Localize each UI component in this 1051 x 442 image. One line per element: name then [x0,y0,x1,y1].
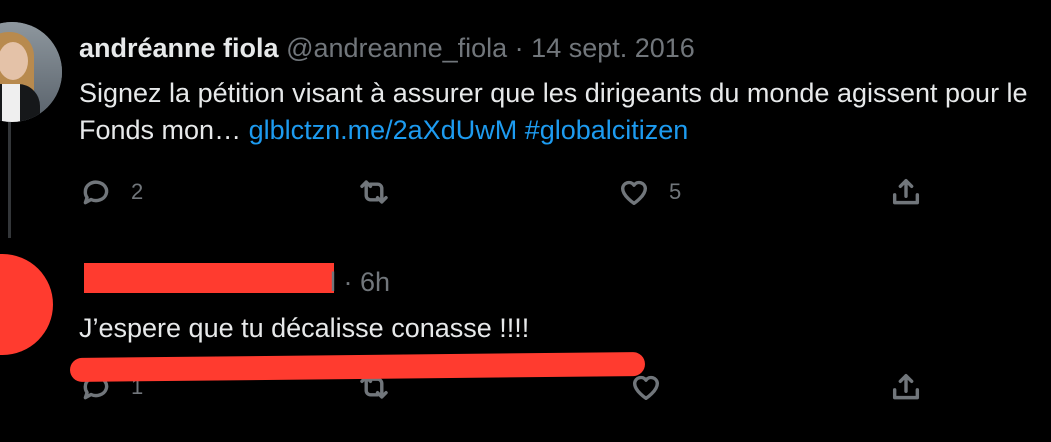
reply-text: J’espere que tu décalisse conasse !!!! [79,313,530,343]
reply-icon [83,180,109,205]
tweet-link[interactable]: glblctzn.me/2aXdUwM [249,115,518,145]
author-name[interactable]: andréanne fiola [79,33,279,63]
tweet-date[interactable]: 14 sept. 2016 [531,33,695,63]
tweet-text: Signez la pétition visant à assurer que … [79,75,1039,149]
author-handle[interactable]: @andreanne_fiola [286,33,507,63]
thread-line [8,120,11,238]
reply-time[interactable]: 6h [360,267,390,297]
share-button[interactable] [889,175,923,209]
tweet-actions: 2 5 [79,175,939,215]
redacted-name [84,263,334,293]
tweet-header: andréanne fiola @andreanne_fiola · 14 se… [79,32,695,64]
avatar[interactable] [0,22,62,122]
share-button[interactable] [889,370,923,404]
reply-handle-tail[interactable]: l [330,267,336,297]
reply-count: 2 [131,179,144,204]
like-button[interactable]: 5 [617,175,681,209]
redacted-avatar[interactable] [0,254,53,355]
retweet-button[interactable] [357,175,391,209]
reply-header: l · 6h [330,266,390,298]
separator-dot: · [343,267,353,297]
hashtag-link[interactable]: #globalcitizen [525,115,689,145]
like-icon [620,180,648,206]
share-icon [892,178,920,205]
like-count: 5 [669,179,682,204]
retweet-icon [360,180,388,204]
share-icon [892,373,920,400]
reply-button[interactable]: 2 [79,175,143,209]
separator-dot: · [514,33,524,63]
